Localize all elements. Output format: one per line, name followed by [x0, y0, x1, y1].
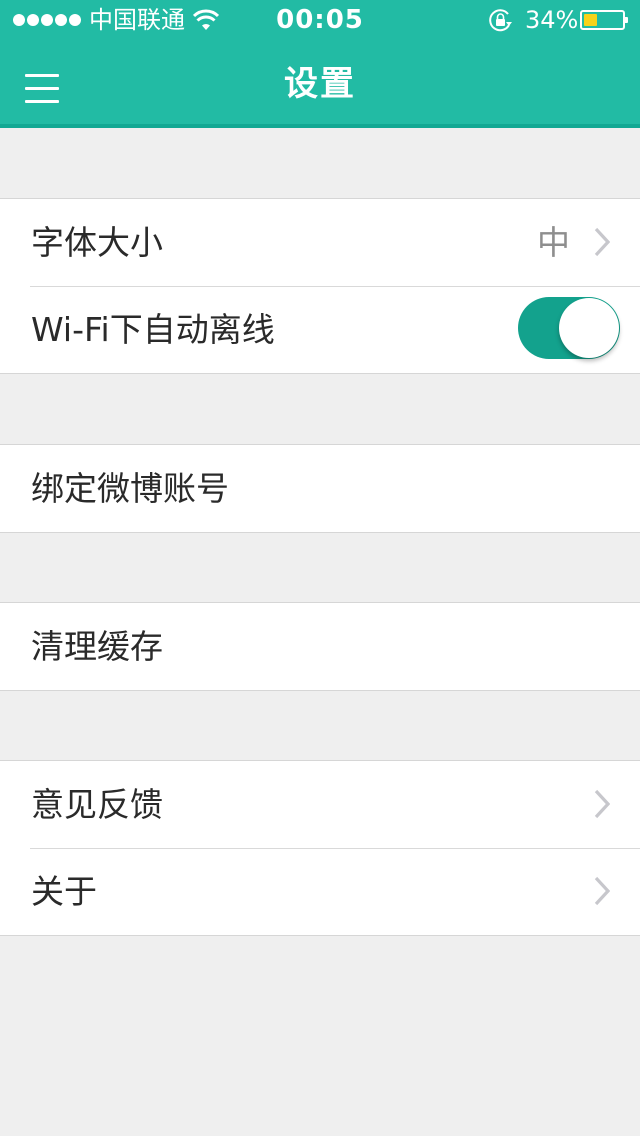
feedback-row[interactable]: 意见反馈	[0, 761, 640, 848]
page-title: 设置	[284, 64, 356, 104]
wifi-offline-row: Wi-Fi下自动离线	[0, 286, 640, 373]
settings-group-info: 意见反馈 关于	[0, 760, 640, 936]
wifi-offline-toggle[interactable]	[518, 297, 620, 359]
font-size-label: 字体大小	[31, 223, 163, 262]
orientation-lock-icon	[489, 9, 512, 32]
battery-fill	[584, 14, 597, 26]
clear-cache-row[interactable]: 清理缓存	[0, 603, 640, 690]
chevron-right-icon	[594, 789, 610, 819]
chevron-right-icon	[594, 876, 610, 906]
settings-group-storage: 清理缓存	[0, 602, 640, 691]
battery-percentage: 34%	[525, 6, 579, 34]
feedback-label: 意见反馈	[31, 785, 163, 824]
about-row[interactable]: 关于	[0, 848, 640, 935]
font-size-row[interactable]: 字体大小 中	[0, 199, 640, 286]
wifi-offline-label: Wi-Fi下自动离线	[31, 310, 275, 349]
bind-weibo-label: 绑定微博账号	[31, 469, 229, 508]
toggle-knob	[559, 298, 619, 358]
settings-group-account: 绑定微博账号	[0, 444, 640, 533]
settings-group-display: 字体大小 中 Wi-Fi下自动离线	[0, 198, 640, 374]
bind-weibo-row[interactable]: 绑定微博账号	[0, 445, 640, 532]
clear-cache-label: 清理缓存	[31, 627, 163, 666]
chevron-right-icon	[594, 227, 610, 257]
font-size-value: 中	[537, 223, 570, 262]
battery-icon	[580, 10, 628, 30]
status-bar: 中国联通 00:05 34%	[0, 0, 640, 40]
about-label: 关于	[31, 872, 97, 911]
navigation-bar: 中国联通 00:05 34% 设置	[0, 0, 640, 128]
